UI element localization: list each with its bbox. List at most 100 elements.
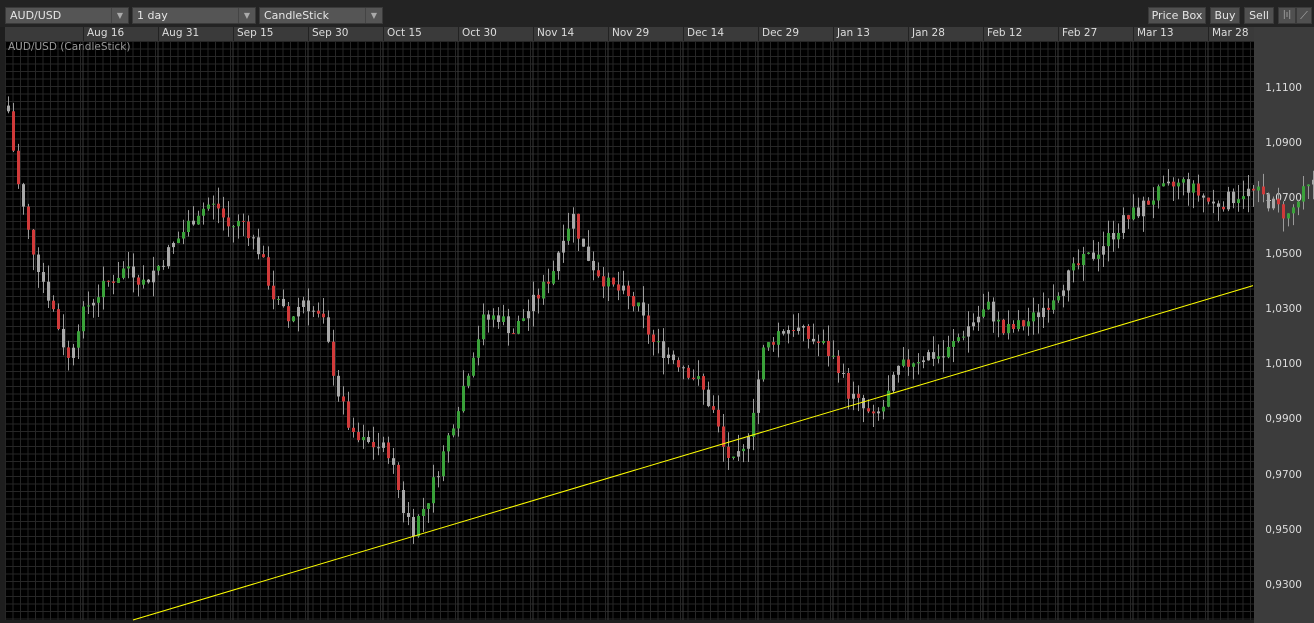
- candle-body: [757, 379, 760, 413]
- candle-body: [552, 271, 555, 284]
- candle-body: [587, 246, 590, 261]
- candle-body: [77, 331, 80, 348]
- candle-body: [252, 237, 255, 239]
- candle-body: [987, 301, 990, 310]
- candle-body: [232, 226, 235, 228]
- candle-body: [582, 238, 585, 247]
- candle-body: [712, 406, 715, 410]
- candle-body: [1012, 324, 1015, 330]
- candle-body: [137, 277, 140, 285]
- candle-body: [482, 314, 485, 340]
- candle-body: [717, 409, 720, 427]
- candle-body: [592, 260, 595, 271]
- candle-body: [287, 306, 290, 322]
- candle-body: [327, 317, 330, 342]
- candle-body: [42, 272, 45, 282]
- candle-body: [1047, 307, 1050, 310]
- candle-body: [127, 266, 130, 269]
- candle-body: [267, 257, 270, 286]
- candle-body: [742, 448, 745, 452]
- candle-body: [377, 447, 380, 449]
- candle-body: [697, 376, 700, 380]
- candle-body: [777, 331, 780, 345]
- candle-body: [1152, 200, 1155, 205]
- candle-body: [1122, 215, 1125, 233]
- candle-body: [197, 215, 200, 225]
- candle-body: [1177, 182, 1180, 187]
- candle-body: [837, 355, 840, 374]
- candle-body: [1022, 320, 1025, 327]
- candle-body: [792, 330, 795, 332]
- candle-body: [62, 328, 65, 348]
- candle-body: [762, 347, 765, 380]
- candle-body: [347, 401, 350, 428]
- candle-body: [457, 411, 460, 429]
- candle-body: [382, 442, 385, 448]
- candle-body: [1282, 204, 1285, 219]
- candle-body: [867, 408, 870, 412]
- candle-body: [1107, 233, 1110, 247]
- candle-body: [422, 508, 425, 516]
- candle-body: [157, 265, 160, 271]
- candle-body: [317, 310, 320, 314]
- candle-body: [572, 213, 575, 229]
- candle-body: [892, 374, 895, 391]
- candle-body: [1077, 263, 1080, 266]
- candle-body: [1147, 200, 1150, 205]
- candle-body: [432, 477, 435, 504]
- candle-body: [522, 318, 525, 321]
- candle-body: [1137, 207, 1140, 217]
- candle-body: [392, 458, 395, 465]
- candle-body: [147, 279, 150, 283]
- candle-body: [982, 309, 985, 317]
- candle-body: [912, 363, 915, 367]
- candle-body: [1257, 186, 1260, 191]
- candle-body: [962, 336, 965, 338]
- candle-body: [1287, 213, 1290, 219]
- candle-body: [1192, 183, 1195, 193]
- candle-body: [152, 270, 155, 283]
- candle-body: [577, 213, 580, 239]
- candle-body: [1262, 186, 1265, 195]
- candle-body: [1072, 263, 1075, 271]
- candle-body: [47, 281, 50, 301]
- candle-body: [262, 254, 265, 258]
- candle-body: [122, 268, 125, 278]
- candle-body: [107, 280, 110, 282]
- candle-body: [1052, 300, 1055, 310]
- candle-body: [247, 221, 250, 239]
- candle-body: [202, 208, 205, 216]
- candle-body: [832, 355, 835, 357]
- candle-body: [882, 406, 885, 412]
- candle-body: [677, 360, 680, 368]
- candle-body: [1187, 179, 1190, 193]
- candle-body: [102, 280, 105, 298]
- candle-body: [862, 397, 865, 409]
- candle-body: [532, 294, 535, 312]
- candle-body: [907, 359, 910, 367]
- candle-body: [652, 334, 655, 343]
- candle-body: [52, 300, 55, 310]
- candle-body: [657, 341, 660, 343]
- candle-body: [1232, 191, 1235, 204]
- candle-body: [497, 315, 500, 322]
- candle-body: [372, 442, 375, 448]
- candle-body: [752, 412, 755, 437]
- candle-body: [67, 347, 70, 358]
- candle-body: [1227, 191, 1230, 210]
- candle-body: [737, 451, 740, 457]
- candle-body: [637, 302, 640, 307]
- candle-body: [332, 341, 335, 376]
- candle-body: [537, 294, 540, 299]
- candle-body: [452, 428, 455, 436]
- candle-body: [22, 184, 25, 207]
- candle-body: [1237, 199, 1240, 204]
- candle-body: [992, 301, 995, 322]
- candle-body: [602, 276, 605, 287]
- candle-body: [767, 342, 770, 348]
- candle-body: [1092, 252, 1095, 259]
- candle-body: [672, 354, 675, 361]
- candle-body: [682, 367, 685, 369]
- candle-body: [72, 347, 75, 358]
- candle-body: [927, 352, 930, 361]
